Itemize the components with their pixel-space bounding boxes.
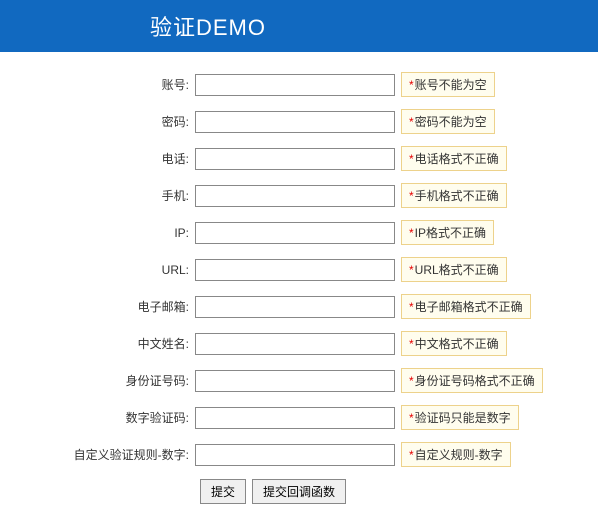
error-idcard: *身份证号码格式不正确 (401, 368, 543, 393)
error-password: *密码不能为空 (401, 109, 495, 134)
header: 验证DEMO (0, 0, 598, 52)
input-url[interactable] (195, 259, 395, 281)
asterisk-icon: * (409, 78, 414, 92)
input-chinese-name[interactable] (195, 333, 395, 355)
field-row-ip: IP: *IP格式不正确 (0, 220, 598, 245)
input-ip[interactable] (195, 222, 395, 244)
error-phone: *电话格式不正确 (401, 146, 507, 171)
error-url: *URL格式不正确 (401, 257, 507, 282)
label-mobile: 手机: (0, 187, 195, 204)
input-custom[interactable] (195, 444, 395, 466)
error-account: *账号不能为空 (401, 72, 495, 97)
submit-button[interactable]: 提交 (200, 479, 246, 504)
label-password: 密码: (0, 113, 195, 130)
error-text: 电话格式不正确 (415, 150, 499, 167)
error-mobile: *手机格式不正确 (401, 183, 507, 208)
field-row-chinese-name: 中文姓名: *中文格式不正确 (0, 331, 598, 356)
asterisk-icon: * (409, 115, 414, 129)
error-text: 账号不能为空 (415, 76, 487, 93)
error-text: 密码不能为空 (415, 113, 487, 130)
error-chinese-name: *中文格式不正确 (401, 331, 507, 356)
error-text: 验证码只能是数字 (415, 409, 511, 426)
asterisk-icon: * (409, 189, 414, 203)
asterisk-icon: * (409, 300, 414, 314)
form-container: 账号: *账号不能为空 密码: *密码不能为空 电话: *电话格式不正确 手机:… (0, 52, 598, 524)
asterisk-icon: * (409, 152, 414, 166)
page-title: 验证DEMO (150, 10, 266, 42)
error-text: IP格式不正确 (415, 224, 486, 241)
label-ip: IP: (0, 226, 195, 240)
error-ip: *IP格式不正确 (401, 220, 494, 245)
asterisk-icon: * (409, 337, 414, 351)
error-custom: *自定义规则-数字 (401, 442, 511, 467)
field-row-captcha: 数字验证码: *验证码只能是数字 (0, 405, 598, 430)
input-captcha[interactable] (195, 407, 395, 429)
error-text: 自定义规则-数字 (415, 446, 503, 463)
field-row-phone: 电话: *电话格式不正确 (0, 146, 598, 171)
button-row: 提交 提交回调函数 (0, 479, 598, 504)
asterisk-icon: * (409, 263, 414, 277)
error-text: 手机格式不正确 (415, 187, 499, 204)
label-captcha: 数字验证码: (0, 409, 195, 426)
label-url: URL: (0, 263, 195, 277)
label-idcard: 身份证号码: (0, 372, 195, 389)
error-text: 电子邮箱格式不正确 (415, 298, 523, 315)
field-row-url: URL: *URL格式不正确 (0, 257, 598, 282)
label-account: 账号: (0, 76, 195, 93)
asterisk-icon: * (409, 374, 414, 388)
label-email: 电子邮箱: (0, 298, 195, 315)
field-row-email: 电子邮箱: *电子邮箱格式不正确 (0, 294, 598, 319)
field-row-account: 账号: *账号不能为空 (0, 72, 598, 97)
error-text: 身份证号码格式不正确 (415, 372, 535, 389)
input-idcard[interactable] (195, 370, 395, 392)
asterisk-icon: * (409, 448, 414, 462)
asterisk-icon: * (409, 226, 414, 240)
error-email: *电子邮箱格式不正确 (401, 294, 531, 319)
input-mobile[interactable] (195, 185, 395, 207)
label-phone: 电话: (0, 150, 195, 167)
field-row-idcard: 身份证号码: *身份证号码格式不正确 (0, 368, 598, 393)
field-row-custom: 自定义验证规则-数字: *自定义规则-数字 (0, 442, 598, 467)
asterisk-icon: * (409, 411, 414, 425)
input-password[interactable] (195, 111, 395, 133)
field-row-mobile: 手机: *手机格式不正确 (0, 183, 598, 208)
submit-callback-button[interactable]: 提交回调函数 (252, 479, 346, 504)
label-chinese-name: 中文姓名: (0, 335, 195, 352)
error-text: 中文格式不正确 (415, 335, 499, 352)
error-text: URL格式不正确 (415, 261, 499, 278)
field-row-password: 密码: *密码不能为空 (0, 109, 598, 134)
input-email[interactable] (195, 296, 395, 318)
label-custom: 自定义验证规则-数字: (0, 446, 195, 463)
input-account[interactable] (195, 74, 395, 96)
error-captcha: *验证码只能是数字 (401, 405, 519, 430)
input-phone[interactable] (195, 148, 395, 170)
